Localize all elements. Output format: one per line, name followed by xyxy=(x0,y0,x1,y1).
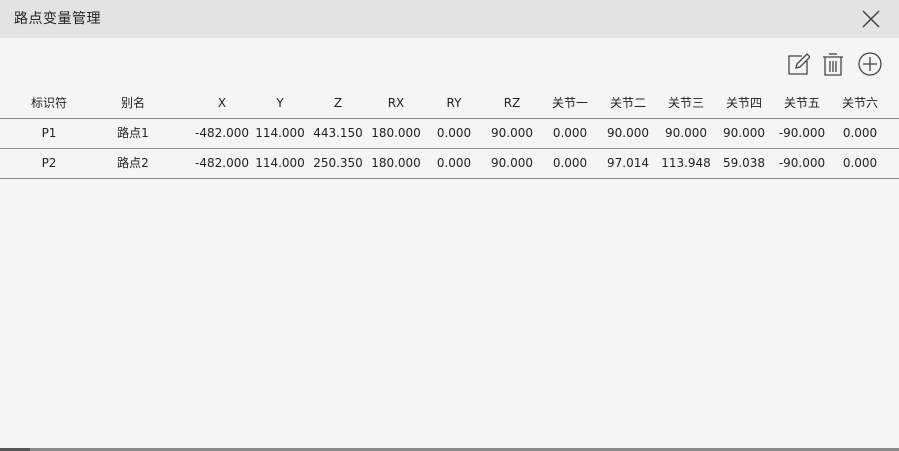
cell-joint6: 0.000 xyxy=(842,126,878,140)
cell-joint5: -90.000 xyxy=(778,156,826,170)
add-button[interactable] xyxy=(858,52,882,76)
header-identifier: 标识符 xyxy=(30,96,67,110)
cell-ry: 0.000 xyxy=(436,126,472,140)
header-joint1: 关节一 xyxy=(551,96,588,110)
cell-joint1: 0.000 xyxy=(552,126,588,140)
close-icon xyxy=(862,10,880,28)
header-joint2: 关节二 xyxy=(609,96,646,110)
header-x: X xyxy=(217,96,227,110)
cell-joint2: 90.000 xyxy=(607,126,649,140)
cell-rz: 90.000 xyxy=(491,126,533,140)
cell-joint6: 0.000 xyxy=(842,156,878,170)
edit-icon xyxy=(788,53,811,75)
cell-z: 443.150 xyxy=(313,126,363,140)
cell-x: -482.000 xyxy=(195,126,249,140)
cell-alias: 路点2 xyxy=(117,156,149,170)
cell-ry: 0.000 xyxy=(436,156,472,170)
plus-circle-icon xyxy=(858,52,882,76)
cell-alias: 路点1 xyxy=(117,126,149,140)
waypoint-variable-dialog: 路点变量管理 标识符 别名 X Y Z RX RY RZ 关节一 关节二 关节三… xyxy=(0,0,899,451)
header-joint6: 关节六 xyxy=(841,96,878,110)
cell-joint3: 90.000 xyxy=(665,126,707,140)
edit-button[interactable] xyxy=(786,52,811,76)
cell-identifier: P2 xyxy=(41,156,57,170)
header-joint3: 关节三 xyxy=(667,96,704,110)
cell-y: 114.000 xyxy=(255,156,305,170)
delete-button[interactable] xyxy=(821,52,845,76)
cell-rx: 180.000 xyxy=(371,156,421,170)
header-alias: 别名 xyxy=(120,96,145,110)
trash-icon xyxy=(823,53,843,76)
cell-x: -482.000 xyxy=(195,156,249,170)
dialog-title: 路点变量管理 xyxy=(14,11,101,27)
table-row[interactable]: P1 路点1 -482.000 114.000 443.150 180.000 … xyxy=(0,119,899,149)
waypoint-table: 标识符 别名 X Y Z RX RY RZ 关节一 关节二 关节三 关节四 关节… xyxy=(0,89,899,179)
cell-joint2: 97.014 xyxy=(607,156,649,170)
table-header-row: 标识符 别名 X Y Z RX RY RZ 关节一 关节二 关节三 关节四 关节… xyxy=(0,89,899,119)
cell-joint5: -90.000 xyxy=(778,126,826,140)
cell-rx: 180.000 xyxy=(371,126,421,140)
header-joint5: 关节五 xyxy=(783,96,820,110)
header-z: Z xyxy=(333,96,343,110)
cell-identifier: P1 xyxy=(41,126,57,140)
header-rx: RX xyxy=(387,96,405,110)
cell-y: 114.000 xyxy=(255,126,305,140)
header-y: Y xyxy=(276,96,284,110)
cell-joint3: 113.948 xyxy=(661,156,711,170)
cell-joint1: 0.000 xyxy=(552,156,588,170)
header-joint4: 关节四 xyxy=(725,96,762,110)
cell-z: 250.350 xyxy=(313,156,363,170)
header-ry: RY xyxy=(446,96,462,110)
header-rz: RZ xyxy=(503,96,521,110)
table-row[interactable]: P2 路点2 -482.000 114.000 250.350 180.000 … xyxy=(0,149,899,179)
cell-joint4: 90.000 xyxy=(723,126,765,140)
cell-rz: 90.000 xyxy=(491,156,533,170)
cell-joint4: 59.038 xyxy=(723,156,765,170)
close-button[interactable] xyxy=(859,7,883,31)
title-bar: 路点变量管理 xyxy=(0,0,899,38)
